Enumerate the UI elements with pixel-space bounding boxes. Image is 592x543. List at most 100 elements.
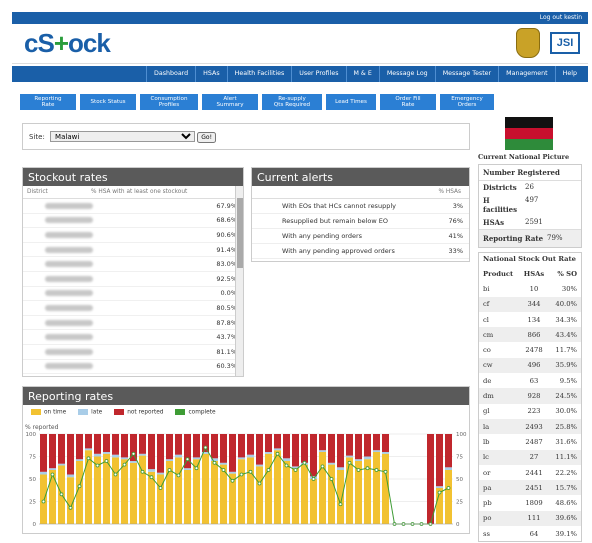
report-tab-4[interactable]: Re-supply Qts Required: [262, 94, 322, 110]
bar-not-reported: [373, 433, 380, 450]
complete-point: [68, 505, 73, 510]
stockout-value: 92.5%: [216, 274, 237, 283]
complete-point: [149, 474, 154, 479]
report-tab-1[interactable]: Stock Status: [80, 94, 136, 110]
bar-on-time: [328, 464, 335, 524]
report-tab-2[interactable]: Consumption Profiles: [140, 94, 198, 110]
stockout-value: 43.7%: [216, 333, 237, 342]
legend-item: complete: [175, 409, 216, 416]
site-selector: Site: Malawi Go!: [22, 123, 470, 150]
complete-point: [248, 469, 253, 474]
table-row: 81.1%: [23, 345, 243, 360]
so-row: or 2441 22.2%: [483, 468, 577, 477]
nav-item-health-facilities[interactable]: Health Facilities: [226, 66, 292, 82]
alert-label: With any pending approved orders: [282, 247, 395, 255]
top-bar: Log out kestin: [12, 12, 588, 24]
stockout-header: District % HSA with at least one stockou…: [23, 186, 243, 199]
bar-on-time: [292, 467, 299, 524]
bar-on-time: [85, 449, 92, 524]
nav-item-m-e[interactable]: M & E: [345, 66, 379, 82]
y-tick-label-right: 25: [456, 499, 463, 505]
bar-not-reported: [76, 433, 83, 459]
nav-item-message-tester[interactable]: Message Tester: [434, 66, 498, 82]
so-row: bi 10 30%: [483, 284, 577, 293]
bar-on-time: [211, 460, 218, 524]
complete-point: [221, 467, 226, 472]
site-select[interactable]: Malawi: [50, 131, 196, 142]
bar-not-reported: [67, 433, 74, 474]
main-nav: Dashboard HSAs Health Facilities User Profi…: [12, 66, 588, 82]
bar-late: [157, 472, 164, 474]
alert-row: With any pending orders 41%: [252, 229, 469, 244]
report-nav: Reporting Rate Stock Status Consumption Pr…: [20, 94, 494, 110]
bar-not-reported: [445, 433, 452, 467]
stockout-value: 80.5%: [216, 303, 237, 312]
complete-point: [77, 483, 82, 488]
bar-not-reported: [382, 433, 389, 452]
registered-row: H facilities 497: [483, 196, 539, 214]
report-tab-6[interactable]: Order Fill Rate: [380, 94, 436, 110]
report-tab-0[interactable]: Reporting Rate: [20, 94, 76, 110]
bar-not-reported: [328, 433, 335, 463]
bar-on-time: [301, 464, 308, 524]
so-row: ss 64 39.1%: [483, 529, 577, 538]
bar-not-reported: [337, 433, 344, 467]
bar-late: [112, 454, 119, 457]
bar-not-reported: [211, 433, 218, 458]
stockout-value: 60.3%: [216, 362, 237, 371]
nav-item-user-profiles[interactable]: User Profiles: [291, 66, 345, 82]
y-tick-label-left: 50: [29, 477, 36, 483]
national-picture: Current National Picture Number Register…: [478, 117, 582, 543]
alert-label: Resupplied but remain below EO: [282, 217, 388, 225]
bar-on-time: [157, 474, 164, 524]
nav-item-management[interactable]: Management: [498, 66, 554, 82]
bar-not-reported: [112, 433, 119, 455]
bar-not-reported: [427, 433, 434, 524]
bar-late: [265, 451, 272, 454]
complete-point: [194, 465, 199, 470]
logout-link[interactable]: Log out kestin: [540, 14, 582, 21]
bar-not-reported: [301, 433, 308, 463]
y-axis-label: % reported: [25, 424, 59, 431]
nav-item-message-log[interactable]: Message Log: [378, 66, 435, 82]
app-logo[interactable]: cS+ock: [24, 28, 111, 59]
alerts-header: % HSAs: [252, 186, 469, 199]
bar-late: [121, 456, 128, 459]
report-tab-7[interactable]: Emergency Orders: [440, 94, 494, 110]
stockout-value: 91.4%: [216, 245, 237, 254]
malawi-flag-icon: [505, 117, 553, 150]
complete-point: [230, 478, 235, 483]
col-hsas: % HSAs: [438, 189, 461, 195]
nav-item-dashboard[interactable]: Dashboard: [146, 66, 195, 82]
complete-point: [293, 467, 298, 472]
table-row: 67.9%: [23, 199, 243, 214]
nav-item-help[interactable]: Help: [554, 66, 584, 82]
bar-on-time: [274, 449, 281, 524]
so-row: lc 27 11.1%: [479, 449, 581, 465]
bar-late: [49, 467, 56, 470]
bar-late: [58, 463, 65, 465]
stockout-scrollbar[interactable]: [235, 186, 243, 376]
stockout-value: 90.6%: [216, 230, 237, 239]
complete-point: [176, 473, 181, 477]
complete-point: [347, 460, 352, 465]
so-row: dm 928 24.5%: [479, 388, 581, 404]
go-button[interactable]: Go!: [197, 132, 217, 143]
report-tab-5[interactable]: Lead Times: [326, 94, 376, 110]
complete-point: [257, 481, 262, 485]
nav-item-hsas[interactable]: HSAs: [195, 66, 226, 82]
table-row: 0.0%: [23, 287, 243, 302]
so-table-header: Product HSAs% SO: [479, 266, 581, 282]
bar-not-reported: [247, 433, 254, 455]
stockout-value: 67.9%: [216, 201, 237, 210]
legend-item: on time: [31, 409, 66, 416]
bar-not-reported: [265, 433, 272, 452]
table-row: 60.3%: [23, 360, 243, 375]
stockout-panel: Stockout rates District % HSA with at le…: [22, 167, 244, 377]
district-name-redacted: [45, 246, 93, 253]
complete-point: [158, 485, 163, 490]
complete-point: [266, 467, 271, 472]
report-tab-3[interactable]: Alert Summary: [202, 94, 258, 110]
bar-on-time: [175, 456, 182, 524]
complete-point: [104, 458, 109, 463]
